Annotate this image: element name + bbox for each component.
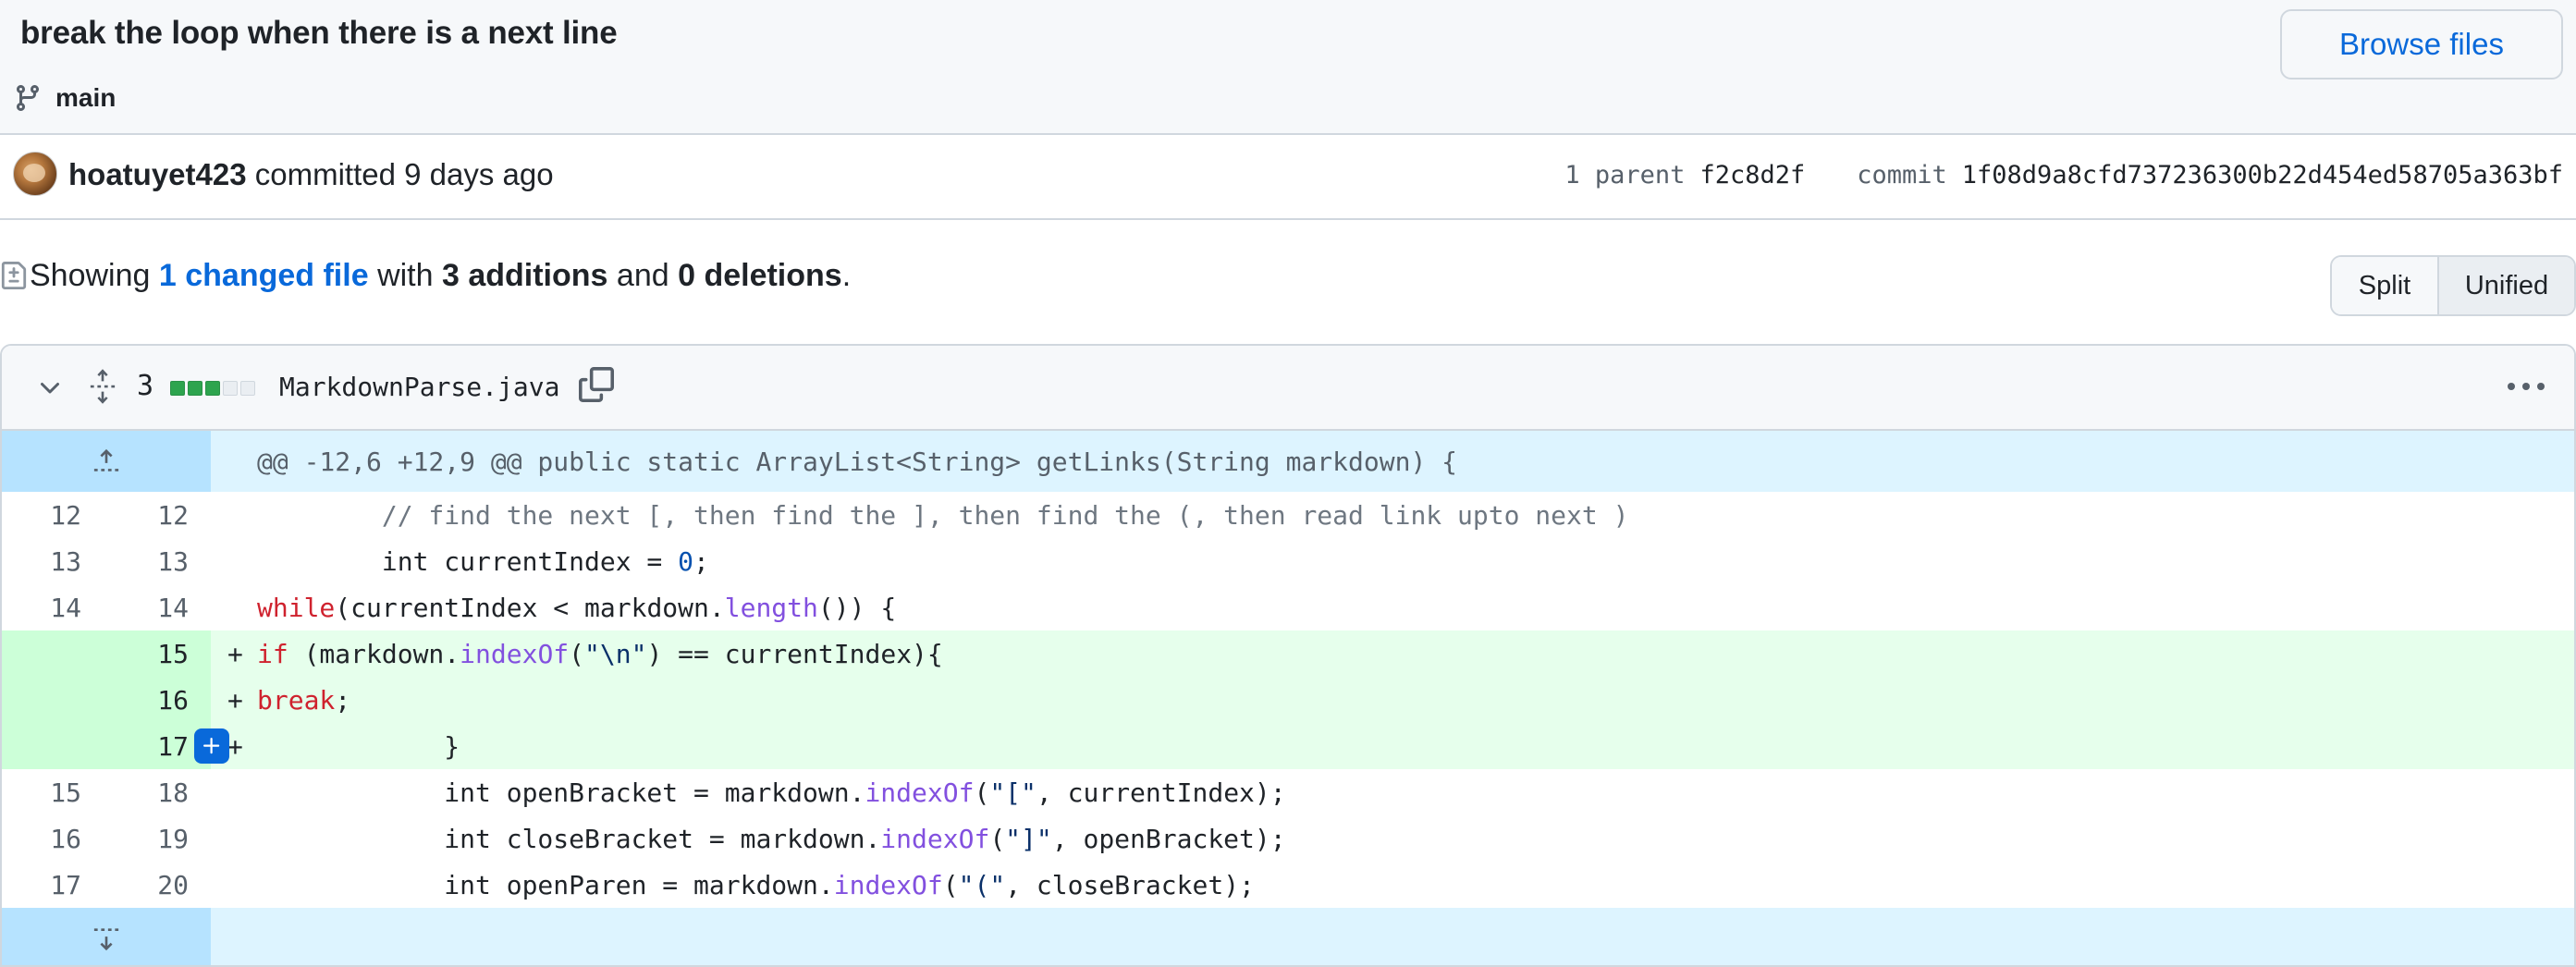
file-name-link[interactable]: MarkdownParse.java: [279, 372, 559, 402]
commit-author-row: hoatuyet423 committed 9 days ago 1 paren…: [0, 135, 2576, 220]
addition-marker: +: [227, 638, 243, 669]
additions-count: 3 additions: [441, 257, 608, 293]
diff-line-addition: 15 + if (markdown. indexOf("\n") == curre…: [2, 630, 2574, 677]
branch-indicator[interactable]: main: [13, 80, 116, 116]
avatar[interactable]: [13, 152, 57, 196]
new-line-number[interactable]: 16: [81, 677, 189, 723]
file-change-count: 3: [137, 370, 154, 402]
hunk-header-row: @@ -12,6 +12,9 @@ public static ArrayLis…: [2, 431, 2574, 492]
diffstat-add-block: [205, 381, 220, 396]
unfold-icon[interactable]: [89, 368, 117, 405]
diff-line-addition: 16 + break;: [2, 677, 2574, 723]
summary-and: and: [616, 257, 669, 293]
new-line-number[interactable]: 13: [81, 538, 189, 584]
expand-down-icon: [93, 928, 119, 951]
file-header: 3 MarkdownParse.java: [2, 346, 2574, 431]
expand-up-icon: [93, 448, 119, 471]
commit-author-info: hoatuyet423 committed 9 days ago: [68, 157, 554, 192]
diff-line-context: 16 19 int closeBracket = markdown. indexO…: [2, 815, 2574, 862]
chevron-down-icon[interactable]: [35, 373, 65, 403]
old-line-number[interactable]: 15: [2, 769, 81, 815]
code-line: if (markdown. indexOf("\n") == currentInd…: [257, 638, 943, 669]
new-line-number[interactable]: 12: [81, 492, 189, 538]
diff-line-addition: 17 + }: [2, 723, 2574, 769]
diffstat-neutral-block: [223, 381, 238, 396]
old-line-number: [2, 630, 81, 677]
changed-files-link[interactable]: 1 changed file: [159, 258, 369, 294]
commit-label: commit: [1857, 161, 1947, 190]
author-name[interactable]: hoatuyet423: [68, 157, 247, 191]
commit-meta: 1 parent f2c8d2f commit 1f08d9a8cfd73723…: [1564, 161, 2563, 190]
diff-line-context: 15 18 int openBracket = markdown. indexOf…: [2, 769, 2574, 815]
diff-line-context: 14 14 while (currentIndex < markdown. leng…: [2, 584, 2574, 630]
diff-view-toggle: Split Unified: [2330, 255, 2576, 316]
file-diff: 3 MarkdownParse.java @@ -12,6 +12,9 @@ p…: [0, 344, 2576, 967]
diffstat-neutral-block: [240, 381, 255, 396]
git-branch-icon: [16, 85, 39, 112]
code-line: int openParen = markdown. indexOf("(", cl…: [257, 869, 1255, 900]
code-line: int closeBracket = markdown. indexOf("]",…: [257, 823, 1286, 854]
commit-header: break the loop when there is a next line…: [0, 0, 2576, 135]
unified-view-button[interactable]: Unified: [2439, 257, 2574, 314]
diff-summary: Showing 1 changed file with 3 additions …: [0, 248, 851, 303]
diff-line-context: 17 20 int openParen = markdown. indexOf("…: [2, 862, 2574, 908]
old-line-number[interactable]: 13: [2, 538, 81, 584]
commit-title: break the loop when there is a next line: [20, 15, 618, 51]
code-line: while (currentIndex < markdown. length()) …: [257, 592, 897, 623]
addition-marker: +: [227, 684, 243, 716]
summary-showing: Showing: [30, 257, 151, 293]
diff-table: @@ -12,6 +12,9 @@ public static ArrayLis…: [2, 431, 2574, 965]
file-diff-icon: [1, 262, 27, 289]
new-line-number[interactable]: 14: [81, 584, 189, 630]
diffstat-add-block: [170, 381, 185, 396]
old-line-number: [2, 677, 81, 723]
deletions-count: 0 deletions: [678, 257, 842, 293]
split-view-button[interactable]: Split: [2332, 257, 2439, 314]
expand-up-button[interactable]: [2, 431, 211, 492]
commit-time: 9 days ago: [404, 157, 554, 191]
commit-action: committed: [254, 157, 396, 191]
old-line-number: [2, 723, 81, 769]
browse-files-button[interactable]: Browse files: [2280, 9, 2563, 80]
new-line-number[interactable]: 15: [81, 630, 189, 677]
diff-line-context: 13 13 int currentIndex = 0;: [2, 538, 2574, 584]
commit-sha: 1f08d9a8cfd737236300b22d454ed58705a363bf: [1961, 161, 2563, 190]
branch-name[interactable]: main: [55, 83, 116, 113]
copy-icon[interactable]: [579, 366, 614, 403]
summary-with: with: [377, 257, 434, 293]
diff-line-context: 12 12 // find the next [, then find the …: [2, 492, 2574, 538]
parent-label: 1 parent: [1564, 161, 1686, 190]
old-line-number[interactable]: 14: [2, 584, 81, 630]
code-line: break;: [257, 684, 351, 716]
new-line-number[interactable]: 19: [81, 815, 189, 862]
expand-down-row: [2, 908, 2574, 965]
code-line: int openBracket = markdown. indexOf("[", …: [257, 777, 1286, 808]
old-line-number[interactable]: 17: [2, 862, 81, 908]
code-line: }: [257, 730, 460, 762]
summary-period: .: [841, 257, 852, 293]
code-line: int currentIndex = 0;: [257, 545, 709, 577]
parent-sha-link[interactable]: f2c8d2f: [1699, 161, 1805, 190]
plus-icon: [203, 738, 220, 754]
new-line-number[interactable]: 18: [81, 769, 189, 815]
expand-down-button[interactable]: [2, 908, 211, 965]
add-comment-button[interactable]: [194, 728, 229, 764]
diffstat-bars: [170, 381, 255, 396]
hunk-header-text: @@ -12,6 +12,9 @@ public static ArrayLis…: [257, 446, 1458, 477]
kebab-horizontal-icon[interactable]: [2506, 375, 2546, 398]
new-line-number[interactable]: 17: [81, 723, 189, 769]
old-line-number[interactable]: 12: [2, 492, 81, 538]
old-line-number[interactable]: 16: [2, 815, 81, 862]
diffstat-add-block: [188, 381, 202, 396]
addition-marker: +: [227, 730, 243, 762]
new-line-number[interactable]: 20: [81, 862, 189, 908]
code-line: // find the next [, then find the ], the…: [257, 499, 1629, 531]
